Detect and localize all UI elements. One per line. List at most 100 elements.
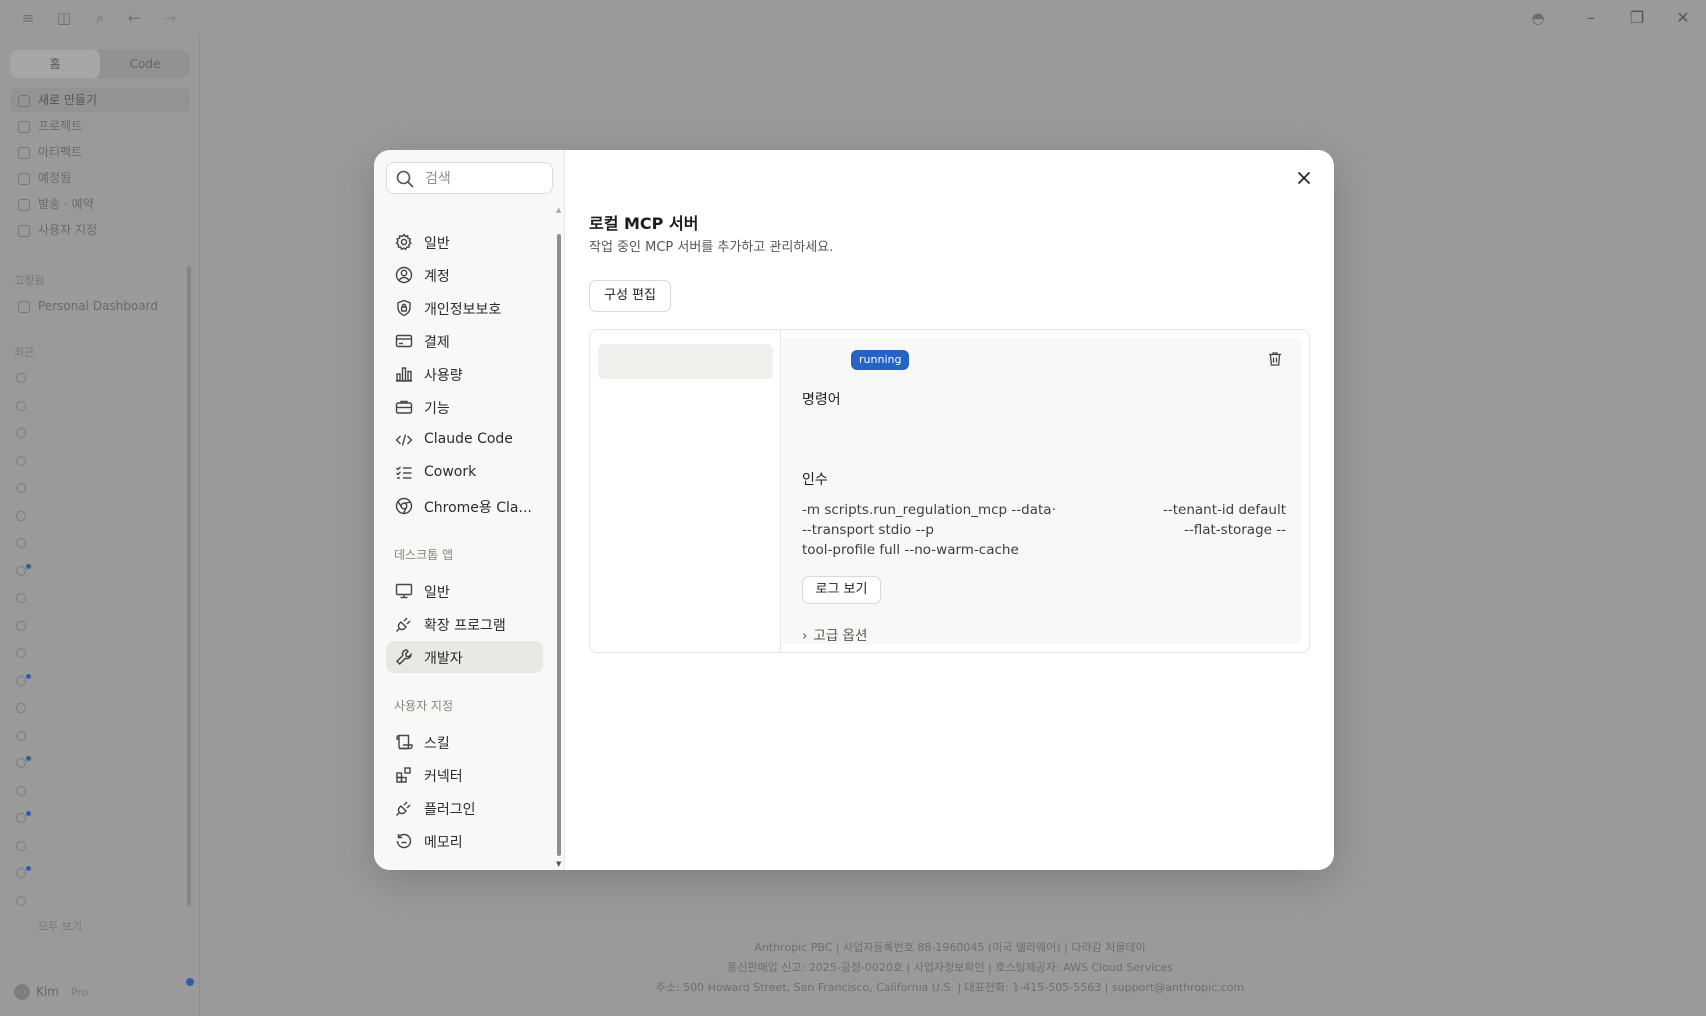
nav-connectors[interactable]: 커넥터 xyxy=(386,759,543,791)
nav-extensions[interactable]: 확장 프로그램 xyxy=(386,608,543,640)
chat-icon[interactable] xyxy=(16,703,26,713)
chat-icon[interactable] xyxy=(16,786,26,796)
advanced-options-toggle[interactable]: › 고급 옵션 xyxy=(802,624,867,644)
minimize-icon[interactable]: – xyxy=(1576,6,1606,30)
credit-card-icon xyxy=(395,334,413,348)
nav-usage-label: 사용량 xyxy=(424,368,463,384)
nav-connectors-label: 커넥터 xyxy=(424,769,463,785)
close-window-icon[interactable]: ✕ xyxy=(1668,6,1698,30)
nav-claude-code-label: Claude Code xyxy=(424,431,513,447)
chat-icon[interactable] xyxy=(16,896,26,906)
briefcase-icon xyxy=(395,400,413,414)
code-icon xyxy=(395,434,413,446)
chat-icon[interactable] xyxy=(16,731,26,741)
edit-config-button[interactable]: 구성 편집 xyxy=(589,280,671,312)
chat-icon[interactable] xyxy=(16,868,26,878)
bg-nav-scheduled[interactable]: 예정됨 xyxy=(10,166,190,190)
search-icon[interactable]: ⌕ xyxy=(90,8,110,28)
plug-icon xyxy=(396,801,411,816)
chat-icon[interactable] xyxy=(16,511,26,521)
chat-icon[interactable] xyxy=(16,483,26,493)
chat-icon[interactable] xyxy=(16,566,26,576)
settings-search[interactable] xyxy=(386,162,553,194)
server-list-item[interactable] xyxy=(598,344,773,379)
nav-skills-label: 스킬 xyxy=(424,736,450,752)
bg-nav-customize[interactable]: 사용자 지정 xyxy=(10,218,190,242)
bg-recent-label: 최근 xyxy=(14,346,35,359)
args-line: -m scripts.run_regulation_mcp --data· --… xyxy=(802,500,1286,520)
title-bar: ≡ ◫ ⌕ ← → ◓ – ❐ ✕ xyxy=(0,0,1706,36)
back-icon[interactable]: ← xyxy=(124,8,144,28)
menu-icon[interactable]: ≡ xyxy=(18,8,38,28)
unread-dot xyxy=(26,674,31,679)
nav-general[interactable]: 일반 xyxy=(386,226,543,258)
bg-nav-artifacts[interactable]: 아티팩트 xyxy=(10,140,190,164)
chat-icon[interactable] xyxy=(16,401,26,411)
section-desktop-app: 데스크톱 앱 xyxy=(394,548,454,562)
chat-icon[interactable] xyxy=(16,648,26,658)
user-plan: Pro xyxy=(70,985,89,999)
bg-more-label[interactable]: 모두 보기 xyxy=(38,918,82,934)
mode-code[interactable]: Code xyxy=(100,50,190,78)
nav-skills[interactable]: 스킬 xyxy=(386,726,543,758)
nav-cowork-label: Cowork xyxy=(424,464,477,480)
nav-chrome-label: Chrome용 Cla... xyxy=(424,500,532,516)
nav-memory-label: 메모리 xyxy=(424,835,463,851)
page-title: 로컬 MCP 서버 xyxy=(589,214,699,233)
status-badge: running xyxy=(851,350,910,370)
nav-account-label: 계정 xyxy=(424,269,450,285)
forward-icon[interactable]: → xyxy=(160,8,180,28)
scroll-up-icon[interactable]: ▲ xyxy=(556,206,561,214)
chat-icon[interactable] xyxy=(16,841,26,851)
chat-icon[interactable] xyxy=(16,621,26,631)
nav-privacy[interactable]: 개인정보보호 xyxy=(386,292,543,324)
nav-features[interactable]: 기능 xyxy=(386,391,543,423)
chevron-right-icon: › xyxy=(802,628,808,644)
user-menu[interactable]: Kim Pro xyxy=(14,984,88,1000)
chat-icon[interactable] xyxy=(16,456,26,466)
history-icon xyxy=(396,833,412,849)
restore-icon[interactable]: ❐ xyxy=(1622,6,1652,30)
mode-home[interactable]: 홈 xyxy=(10,50,100,78)
unread-dot xyxy=(26,564,31,569)
chat-icon[interactable] xyxy=(16,758,26,768)
nav-memory[interactable]: 메모리 xyxy=(386,825,543,857)
nav-desktop-general-label: 일반 xyxy=(424,585,450,601)
nav-cowork[interactable]: Cowork xyxy=(386,457,543,489)
chat-icon[interactable] xyxy=(16,428,26,438)
chat-icon[interactable] xyxy=(16,593,26,603)
sidebar-toggle-icon[interactable]: ◫ xyxy=(54,8,74,28)
mcp-server-panel: running 명령어 인수 -m scripts.run_regulation… xyxy=(589,329,1310,653)
nav-plugins[interactable]: 플러그인 xyxy=(386,792,543,824)
mode-home-label: 홈 xyxy=(49,57,61,71)
chat-icon[interactable] xyxy=(16,373,26,383)
nav-chrome[interactable]: Chrome용 Cla... xyxy=(386,490,543,522)
bg-nav-dispatch[interactable]: 발송 · 예약 xyxy=(10,192,190,216)
chat-icon[interactable] xyxy=(16,813,26,823)
sidebar-scrollbar[interactable] xyxy=(187,266,191,906)
search-input[interactable] xyxy=(425,168,545,190)
view-logs-button[interactable]: 로그 보기 xyxy=(802,576,881,604)
nav-desktop-general[interactable]: 일반 xyxy=(386,575,543,607)
notification-dot xyxy=(186,978,194,986)
nav-usage[interactable]: 사용량 xyxy=(386,358,543,390)
advanced-options-label: 고급 옵션 xyxy=(813,628,868,644)
chat-icon[interactable] xyxy=(16,538,26,548)
globe-icon xyxy=(395,497,413,515)
chat-icon[interactable] xyxy=(16,676,26,686)
command-label: 명령어 xyxy=(802,392,841,408)
plug-icon xyxy=(396,617,411,632)
bg-nav-projects[interactable]: 프로젝트 xyxy=(10,114,190,138)
nav-account[interactable]: 계정 xyxy=(386,259,543,291)
bg-pinned-item[interactable]: Personal Dashboard xyxy=(10,294,190,318)
nav-developer[interactable]: 개발자 xyxy=(386,641,543,673)
scroll-down-icon[interactable]: ▼ xyxy=(556,860,561,868)
trash-icon[interactable] xyxy=(1266,350,1284,368)
ghost-icon[interactable]: ◓ xyxy=(1528,8,1548,28)
nav-billing[interactable]: 결제 xyxy=(386,325,543,357)
close-icon[interactable] xyxy=(1292,166,1316,190)
nav-claude-code[interactable]: Claude Code xyxy=(386,424,543,456)
blocks-icon xyxy=(396,767,411,783)
bg-nav-new[interactable]: 새로 만들기 xyxy=(10,88,190,112)
settings-sidebar-scrollbar[interactable] xyxy=(557,234,561,856)
